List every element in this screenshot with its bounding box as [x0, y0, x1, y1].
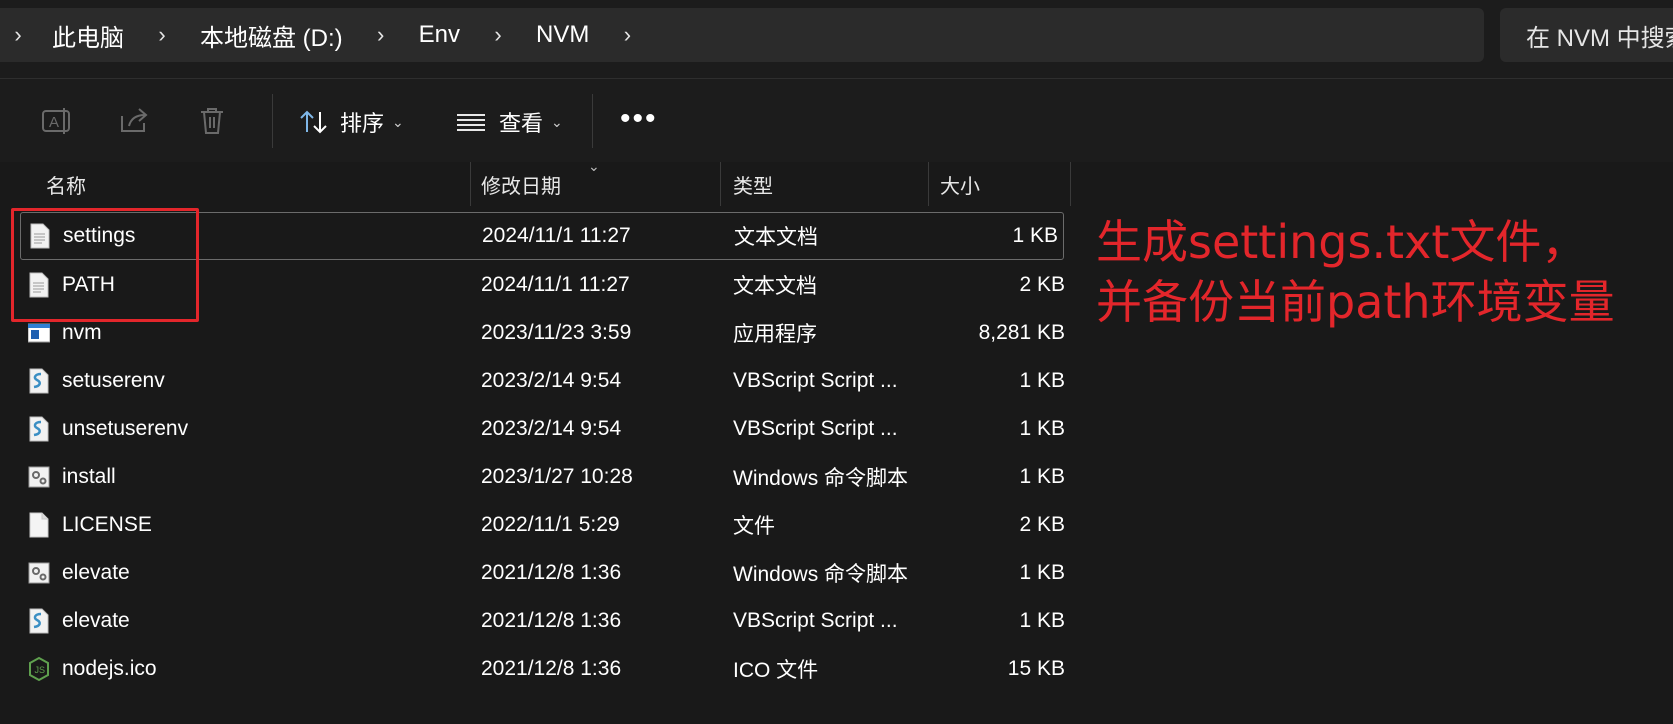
column-separator[interactable]	[1070, 162, 1071, 206]
vbscript-icon	[29, 608, 49, 634]
file-type: 文本文档	[733, 275, 817, 298]
file-size: 2 KB	[1019, 513, 1065, 536]
vbscript-icon	[29, 368, 49, 394]
chevron-right-icon[interactable]: ›	[140, 22, 184, 48]
file-size: 1 KB	[1019, 369, 1065, 392]
view-label: 查看	[499, 111, 544, 136]
file-row[interactable]: elevate 2021/12/8 1:36 VBScript Script ...…	[0, 598, 1080, 644]
file-row[interactable]: LICENSE 2022/11/1 5:29 文件 2 KB	[0, 502, 1080, 548]
file-row[interactable]: elevate 2021/12/8 1:36 Windows 命令脚本 1 KB	[0, 550, 1080, 596]
chevron-right-icon[interactable]: ›	[359, 22, 403, 48]
column-separator[interactable]	[720, 162, 721, 206]
file-size: 1 KB	[1019, 465, 1065, 488]
file-name: install	[62, 465, 116, 488]
column-separator[interactable]	[928, 162, 929, 206]
file-date: 2023/1/27 10:28	[481, 465, 633, 488]
view-button[interactable]: 查看 ⌄	[455, 100, 563, 144]
toolbar-separator	[592, 94, 593, 148]
file-date: 2021/12/8 1:36	[481, 609, 622, 632]
file-size: 15 KB	[1007, 657, 1065, 680]
sort-label: 排序	[340, 111, 385, 136]
file-date: 2022/11/1 5:29	[481, 513, 620, 536]
file-type: VBScript Script ...	[733, 609, 898, 632]
svg-text:JS: JS	[35, 665, 46, 675]
file-type: 文件	[733, 515, 775, 538]
chevron-right-icon[interactable]: ›	[476, 22, 520, 48]
column-header-type[interactable]: 类型	[733, 162, 773, 206]
file-row[interactable]: setuserenv 2023/2/14 9:54 VBScript Script …	[0, 358, 1080, 404]
file-type: 文本文档	[734, 226, 818, 249]
file-size: 1 KB	[1019, 417, 1065, 440]
nodejs-icon: JS	[29, 656, 49, 682]
sort-indicator-icon: ⌄	[588, 158, 600, 174]
command-bar: A 排序 ⌄ 查看 ⌄ •••	[0, 80, 1673, 162]
column-separator[interactable]	[470, 162, 471, 206]
file-size: 1 KB	[1012, 224, 1058, 247]
file-size: 1 KB	[1019, 561, 1065, 584]
toolbar-separator	[272, 94, 273, 148]
file-name: unsetuserenv	[62, 417, 189, 440]
breadcrumb-item-env[interactable]: Env	[403, 21, 476, 49]
file-type: VBScript Script ...	[733, 369, 898, 392]
file-date: 2023/2/14 9:54	[481, 417, 622, 440]
highlight-box	[11, 208, 199, 322]
breadcrumb-item-drive-d[interactable]: 本地磁盘 (D:)	[184, 18, 359, 53]
sort-arrows-icon	[300, 110, 327, 134]
chevron-right-icon[interactable]: ›	[0, 22, 36, 48]
file-type: ICO 文件	[733, 659, 819, 682]
file-name: nodejs.ico	[62, 657, 157, 680]
file-row[interactable]: unsetuserenv 2023/2/14 9:54 VBScript Scrip…	[0, 406, 1080, 452]
file-date: 2024/11/1 11:27	[481, 273, 630, 296]
file-size: 2 KB	[1019, 273, 1065, 296]
breadcrumb[interactable]: › 此电脑 › 本地磁盘 (D:) › Env › NVM ›	[0, 8, 1484, 62]
delete-icon[interactable]	[195, 104, 229, 138]
file-name: elevate	[62, 609, 130, 632]
column-header-row: 名称 修改日期 类型 大小	[0, 162, 1673, 206]
file-size: 1 KB	[1019, 609, 1065, 632]
annotation-line-2: 并备份当前path环境变量	[1096, 275, 1615, 329]
chevron-right-icon[interactable]: ›	[605, 22, 649, 48]
share-icon[interactable]	[117, 104, 151, 138]
file-type: 应用程序	[733, 323, 817, 346]
column-header-size[interactable]: 大小	[940, 162, 980, 206]
view-lines-icon	[457, 114, 485, 131]
cmd-script-icon	[28, 562, 50, 584]
file-row[interactable]: install 2023/1/27 10:28 Windows 命令脚本 1 KB	[0, 454, 1080, 500]
annotation-text: 生成settings.txt文件， 并备份当前path环境变量	[1096, 212, 1615, 332]
vbscript-icon	[29, 416, 49, 442]
file-type: Windows 命令脚本	[733, 563, 909, 586]
file-type: VBScript Script ...	[733, 417, 898, 440]
svg-text:A: A	[49, 114, 59, 131]
file-date: 2021/12/8 1:36	[481, 657, 622, 680]
file-date: 2024/11/1 11:27	[482, 224, 631, 247]
search-input[interactable]: 在 NVM 中搜索	[1500, 8, 1673, 62]
file-name: setuserenv	[62, 369, 165, 392]
file-size: 8,281 KB	[978, 321, 1065, 344]
file-type: Windows 命令脚本	[733, 467, 909, 490]
file-name: LICENSE	[62, 513, 152, 536]
column-header-date[interactable]: 修改日期	[481, 162, 561, 206]
address-bar-area: › 此电脑 › 本地磁盘 (D:) › Env › NVM › 在 NVM 中搜…	[0, 0, 1673, 80]
file-date: 2023/11/23 3:59	[481, 321, 632, 344]
breadcrumb-item-nvm[interactable]: NVM	[520, 21, 605, 49]
file-date: 2023/2/14 9:54	[481, 369, 622, 392]
column-header-name[interactable]: 名称	[46, 162, 86, 206]
app-icon	[28, 323, 50, 343]
file-name: elevate	[62, 561, 130, 584]
sort-button[interactable]: 排序 ⌄	[298, 100, 404, 144]
more-options-icon[interactable]: •••	[620, 104, 658, 134]
rename-icon[interactable]: A	[40, 104, 74, 138]
cmd-script-icon	[28, 466, 50, 488]
file-row[interactable]: JS nodejs.ico 2021/12/8 1:36 ICO 文件 15 KB	[0, 646, 1080, 692]
annotation-line-1: 生成settings.txt文件，	[1096, 215, 1588, 269]
chevron-down-icon: ⌄	[551, 113, 563, 130]
divider	[0, 78, 1673, 79]
breadcrumb-item-this-pc[interactable]: 此电脑	[36, 18, 140, 53]
chevron-down-icon: ⌄	[392, 113, 404, 130]
blank-file-icon	[29, 512, 49, 538]
file-date: 2021/12/8 1:36	[481, 561, 622, 584]
